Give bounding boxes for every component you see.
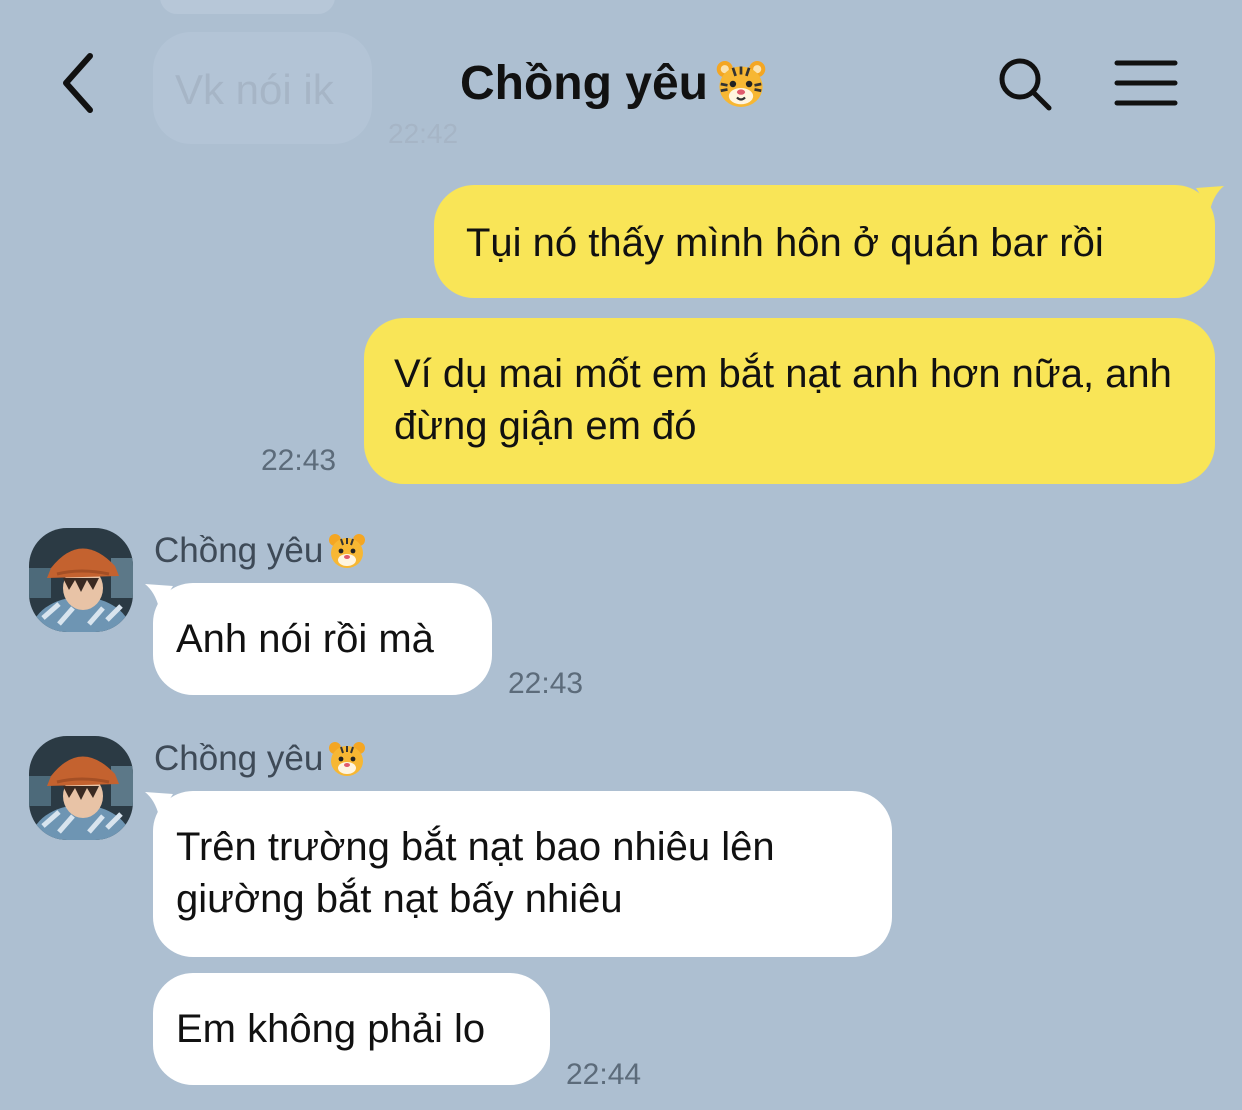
hamburger-menu-icon[interactable] <box>1114 58 1178 108</box>
tiger-face-icon <box>716 60 766 107</box>
avatar[interactable] <box>29 736 133 840</box>
outgoing-message-bubble[interactable]: Ví dụ mai mốt em bắt nạt anh hơn nữa, an… <box>364 318 1215 484</box>
incoming-message-bubble[interactable]: Em không phải lo <box>153 973 550 1085</box>
chat-title: Chồng yêu <box>460 56 768 111</box>
sender-name-text: Chồng yêu <box>154 739 324 778</box>
message-timestamp: 22:43 <box>508 667 584 700</box>
outgoing-message-bubble[interactable]: Tụi nó thấy mình hôn ở quán bar rồi <box>434 185 1215 298</box>
message-timestamp: 22:44 <box>566 1058 642 1091</box>
avatar[interactable] <box>29 528 133 632</box>
sender-name: Chồng yêu <box>154 531 367 571</box>
chevron-left-icon[interactable] <box>56 50 104 116</box>
chat-title-text: Chồng yêu <box>460 57 708 110</box>
faded-message-text: Vk nói ik <box>175 66 334 113</box>
search-icon[interactable] <box>996 56 1054 112</box>
tiger-face-icon <box>329 534 366 568</box>
faded-message-time: 22:42 <box>388 118 459 149</box>
tiger-face-icon <box>329 742 366 776</box>
message-timestamp: 22:43 <box>261 444 337 477</box>
sender-name-text: Chồng yêu <box>154 531 324 570</box>
faded-message-bubble-top <box>160 0 335 14</box>
incoming-message-bubble[interactable]: Trên trường bắt nạt bao nhiêu lên giường… <box>153 791 892 957</box>
sender-name: Chồng yêu <box>154 739 367 779</box>
incoming-message-bubble[interactable]: Anh nói rồi mà <box>153 583 492 695</box>
